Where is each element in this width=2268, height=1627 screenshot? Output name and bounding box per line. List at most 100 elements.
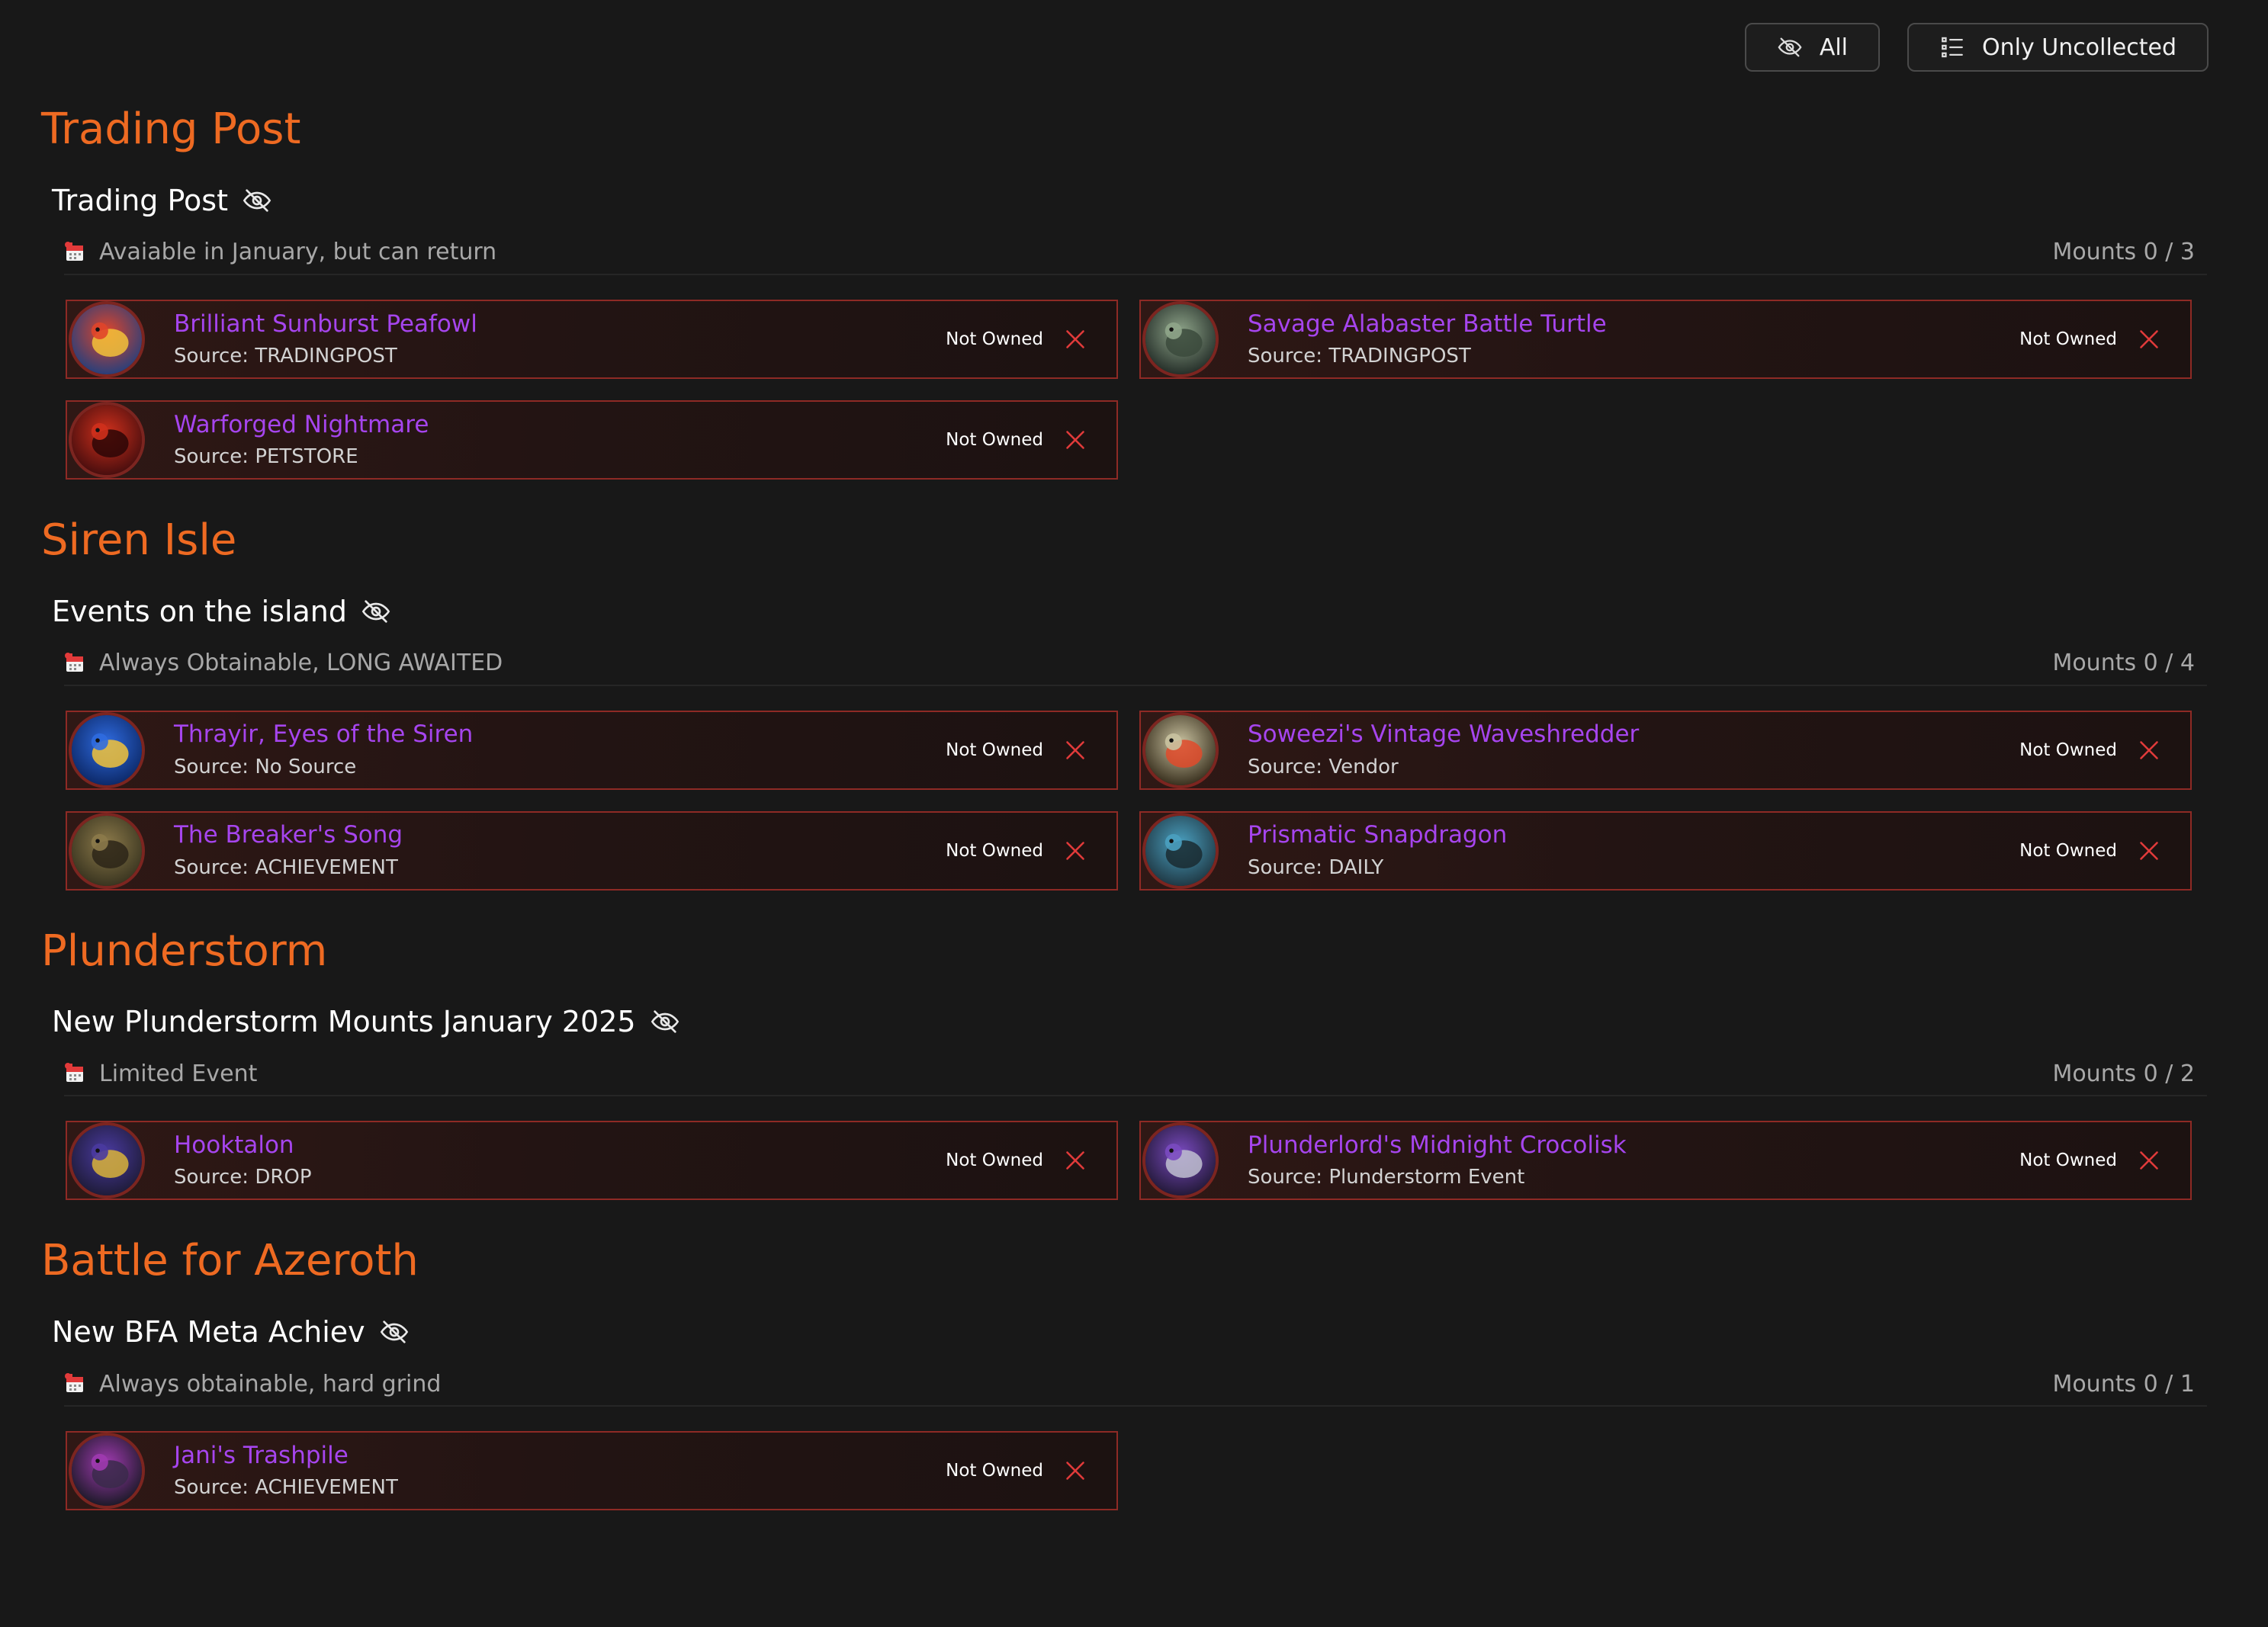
mount-avatar — [69, 1433, 145, 1510]
mount-grid: Hooktalon Source: DROP Not Owned Plunderlor… — [66, 1121, 2207, 1201]
category-title: Plunderstorm — [41, 926, 328, 976]
group-title-row: Events on the island — [52, 590, 2207, 633]
mount-avatar — [1142, 812, 1219, 889]
mount-info: Plunderlord's Midnight Crocolisk Source: … — [1248, 1131, 1627, 1189]
group-title-row: New Plunderstorm Mounts January 2025 — [52, 1000, 2207, 1043]
mount-card[interactable]: Thrayir, Eyes of the Siren Source: No Sou… — [66, 710, 1118, 790]
filter-bar: All Only Uncollected — [1744, 23, 2209, 72]
collection-content: Trading Post Trading Post Avaiable in Janu… — [41, 91, 2207, 1544]
mount-source: Source: Plunderstorm Event — [1248, 1166, 1525, 1189]
group-meta: Avaiable in January, but can return Mount… — [64, 231, 2207, 275]
mount-card[interactable]: Soweezi's Vintage Waveshredder Source: Ve… — [1139, 710, 2192, 790]
status-text: Not Owned — [2019, 1150, 2117, 1171]
group-meta: Limited Event Mounts 0 / 2 — [64, 1052, 2207, 1097]
category-title: Battle for Azeroth — [41, 1236, 419, 1286]
mount-name-link[interactable]: Savage Alabaster Battle Turtle — [1248, 310, 1607, 339]
calendar-icon — [64, 652, 85, 675]
eye-slash-icon — [1778, 37, 1802, 57]
mount-count: Mounts 0 / 1 — [2052, 1370, 2195, 1398]
eye-slash-icon[interactable] — [379, 1317, 410, 1347]
status-text: Not Owned — [946, 840, 1043, 861]
close-icon — [2138, 1150, 2160, 1171]
mount-card[interactable]: Jani's Trashpile Source: ACHIEVEMENT Not O… — [66, 1431, 1118, 1511]
category-title: Trading Post — [41, 104, 301, 154]
mount-name-link[interactable]: Warforged Nightmare — [174, 411, 429, 439]
group-title: New BFA Meta Achiev — [52, 1315, 365, 1349]
status-text: Not Owned — [2019, 740, 2117, 760]
mount-info: Hooktalon Source: DROP — [174, 1131, 312, 1189]
close-icon — [1065, 429, 1086, 451]
status-text: Not Owned — [2019, 329, 2117, 349]
mount-status: Not Owned — [2019, 712, 2160, 788]
eye-slash-icon[interactable] — [361, 596, 391, 627]
filter-all-label: All — [1819, 34, 1849, 61]
group-meta: Always Obtainable, LONG AWAITED Mounts 0 … — [64, 642, 2207, 686]
mount-name-link[interactable]: The Breaker's Song — [174, 821, 403, 849]
mount-source: Source: DAILY — [1248, 855, 1384, 879]
mount-status: Not Owned — [2019, 1122, 2160, 1199]
mount-name-link[interactable]: Thrayir, Eyes of the Siren — [174, 720, 473, 749]
close-icon — [1065, 1460, 1086, 1481]
category-title: Siren Isle — [41, 515, 237, 565]
group-title: New Plunderstorm Mounts January 2025 — [52, 1005, 636, 1039]
mount-card[interactable]: Hooktalon Source: DROP Not Owned — [66, 1121, 1118, 1201]
mount-avatar — [69, 300, 145, 377]
mount-source: Source: TRADINGPOST — [174, 344, 397, 367]
list-icon — [1942, 37, 1963, 58]
mount-card[interactable]: Plunderlord's Midnight Crocolisk Source: … — [1139, 1121, 2192, 1201]
mount-card[interactable]: Warforged Nightmare Source: PETSTORE Not O… — [66, 400, 1118, 480]
calendar-icon — [64, 241, 85, 264]
group-note: Always obtainable, hard grind — [99, 1370, 442, 1398]
mount-avatar — [69, 711, 145, 788]
mount-status: Not Owned — [946, 301, 1086, 377]
mount-status: Not Owned — [2019, 813, 2160, 889]
mount-grid: Brilliant Sunburst Peafowl Source: TRADIN… — [66, 299, 2207, 480]
mount-avatar — [69, 401, 145, 478]
close-icon — [2138, 740, 2160, 761]
close-icon — [1065, 1150, 1086, 1171]
group-title: Events on the island — [52, 594, 347, 628]
mount-status: Not Owned — [946, 1122, 1086, 1199]
group-note: Always Obtainable, LONG AWAITED — [99, 650, 503, 677]
mount-status: Not Owned — [946, 813, 1086, 889]
group-title-row: Trading Post — [52, 179, 2207, 222]
group-note-wrap: Always obtainable, hard grind — [64, 1371, 441, 1398]
status-text: Not Owned — [2019, 840, 2117, 861]
mount-count: Mounts 0 / 3 — [2052, 239, 2195, 266]
status-text: Not Owned — [946, 740, 1043, 760]
mount-name-link[interactable]: Hooktalon — [174, 1131, 312, 1160]
close-icon — [2138, 840, 2160, 862]
mount-source: Source: ACHIEVEMENT — [174, 855, 398, 879]
filter-all-button[interactable]: All — [1744, 23, 1881, 72]
calendar-icon — [64, 1062, 85, 1085]
mount-card[interactable]: Brilliant Sunburst Peafowl Source: TRADIN… — [66, 299, 1118, 379]
status-text: Not Owned — [946, 1150, 1043, 1171]
mount-card[interactable]: Savage Alabaster Battle Turtle Source: TR… — [1139, 299, 2192, 379]
mount-status: Not Owned — [946, 402, 1086, 478]
mount-name-link[interactable]: Soweezi's Vintage Waveshredder — [1248, 720, 1639, 749]
close-icon — [2138, 329, 2160, 350]
mount-grid: Jani's Trashpile Source: ACHIEVEMENT Not O… — [66, 1431, 2207, 1511]
group-note-wrap: Always Obtainable, LONG AWAITED — [64, 650, 503, 676]
group-note-wrap: Avaiable in January, but can return — [64, 239, 496, 265]
eye-slash-icon[interactable] — [650, 1006, 680, 1037]
status-text: Not Owned — [946, 1461, 1043, 1481]
mount-info: Prismatic Snapdragon Source: DAILY — [1248, 821, 1507, 879]
category-section: Battle for Azeroth New BFA Meta Achiev Alw… — [41, 1234, 2207, 1511]
mount-info: Thrayir, Eyes of the Siren Source: No Sou… — [174, 720, 473, 778]
filter-uncollected-button[interactable]: Only Uncollected — [1907, 23, 2209, 72]
mount-card[interactable]: Prismatic Snapdragon Source: DAILY Not Own… — [1139, 810, 2192, 891]
mount-source: Source: Vendor — [1248, 755, 1399, 778]
mount-name-link[interactable]: Plunderlord's Midnight Crocolisk — [1248, 1131, 1627, 1160]
mount-card[interactable]: The Breaker's Song Source: ACHIEVEMENT Not… — [66, 810, 1118, 891]
eye-slash-icon[interactable] — [242, 185, 272, 216]
mount-name-link[interactable]: Prismatic Snapdragon — [1248, 821, 1507, 849]
filter-uncollected-label: Only Uncollected — [1982, 34, 2176, 61]
mount-name-link[interactable]: Brilliant Sunburst Peafowl — [174, 310, 477, 339]
mount-name-link[interactable]: Jani's Trashpile — [174, 1442, 398, 1470]
group-title-row: New BFA Meta Achiev — [52, 1311, 2207, 1353]
mount-avatar — [69, 1122, 145, 1199]
mount-info: Jani's Trashpile Source: ACHIEVEMENT — [174, 1442, 398, 1500]
category-section: Trading Post Trading Post Avaiable in Janu… — [41, 102, 2207, 480]
close-icon — [1065, 740, 1086, 761]
